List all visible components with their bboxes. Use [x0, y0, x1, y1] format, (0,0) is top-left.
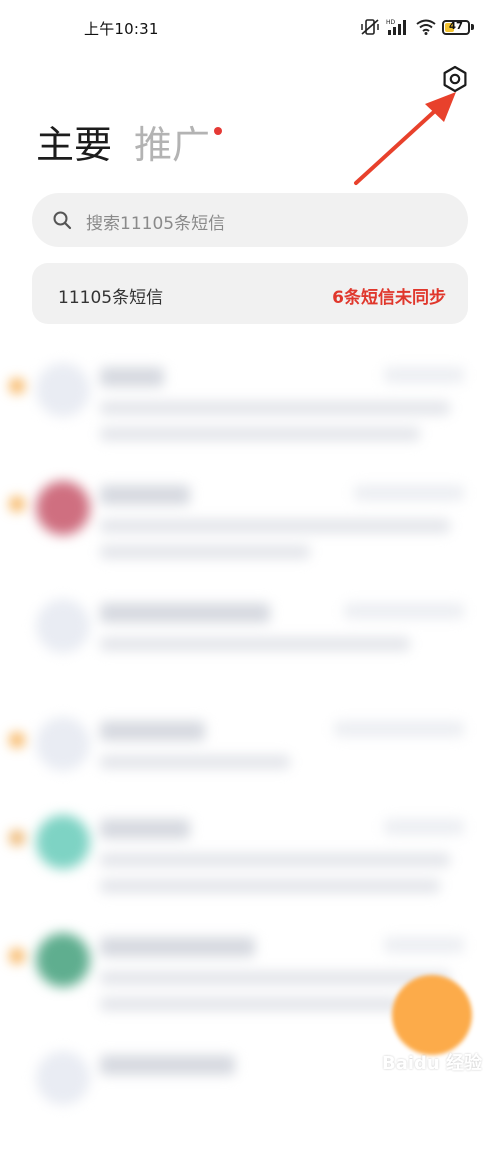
message-preview-blurred	[100, 637, 410, 651]
contact-name-blurred	[100, 721, 205, 741]
conversation-row[interactable]	[0, 699, 500, 797]
unread-dot	[10, 733, 24, 747]
unread-dot	[10, 379, 24, 393]
contact-name-blurred	[100, 603, 270, 623]
avatar	[36, 363, 90, 417]
search-icon	[53, 211, 72, 230]
settings-button[interactable]	[440, 64, 470, 94]
sync-status[interactable]: 6条短信未同步	[332, 283, 446, 308]
paw-logo-icon	[357, 1051, 375, 1070]
contact-name-blurred	[100, 485, 190, 505]
message-date-blurred	[384, 937, 464, 953]
baidu-watermark: Baidu 经验	[354, 1049, 482, 1075]
watermark-text: Baidu 经验	[381, 1053, 482, 1074]
compose-button[interactable]	[392, 975, 472, 1055]
unread-dot	[10, 831, 24, 845]
vibrate-silent-icon	[361, 19, 379, 35]
message-preview-blurred	[100, 971, 450, 985]
contact-name-blurred	[100, 819, 190, 839]
conversation-row[interactable]	[0, 581, 500, 699]
message-date-blurred	[384, 367, 464, 383]
conversation-row[interactable]	[0, 797, 500, 915]
contact-name-blurred	[100, 1055, 235, 1075]
avatar	[36, 481, 90, 535]
battery-icon: 47	[442, 19, 470, 35]
tab-primary[interactable]: 主要	[36, 120, 112, 170]
avatar	[36, 815, 90, 869]
avatar	[36, 1051, 90, 1105]
message-date-blurred	[384, 819, 464, 835]
message-date-blurred	[354, 485, 464, 501]
message-preview-blurred	[100, 997, 400, 1011]
svg-text:HD: HD	[386, 19, 396, 26]
contact-name-blurred	[100, 937, 255, 957]
search-placeholder: 搜索11105条短信	[86, 214, 226, 234]
gear-icon	[443, 65, 467, 93]
message-preview-blurred	[100, 519, 450, 533]
message-preview-blurred	[100, 879, 440, 893]
avatar	[36, 717, 90, 771]
battery-nub	[471, 24, 474, 30]
conversation-row[interactable]	[0, 345, 500, 463]
conversation-row[interactable]	[0, 463, 500, 581]
message-date-blurred	[334, 721, 464, 737]
contact-name-blurred	[100, 367, 164, 387]
message-preview-blurred	[100, 755, 290, 769]
tab-bar: 主要 推广	[36, 120, 223, 170]
unread-dot	[10, 949, 24, 963]
wifi-icon	[416, 19, 436, 35]
message-preview-blurred	[100, 427, 420, 441]
hd-signal-icon: HD	[386, 19, 406, 35]
message-count: 11105条短信	[58, 288, 164, 308]
message-preview-blurred	[100, 853, 450, 867]
tab-promotions[interactable]: 推广	[134, 120, 223, 170]
status-time: 上午10:31	[84, 20, 159, 38]
message-count-bar[interactable]: 11105条短信 6条短信未同步	[32, 263, 468, 324]
message-date-blurred	[344, 603, 464, 619]
status-icons: HD 47	[360, 17, 474, 37]
tab-promotions-label: 推广	[134, 123, 211, 167]
status-bar: 上午10:31 HD 47	[0, 0, 500, 56]
avatar	[36, 933, 90, 987]
unread-dot	[10, 497, 24, 511]
message-preview-blurred	[100, 545, 310, 559]
battery-level-text: 47	[449, 20, 463, 32]
avatar	[36, 599, 90, 653]
unread-badge-dot	[214, 127, 223, 135]
message-preview-blurred	[100, 401, 450, 415]
search-input[interactable]: 搜索11105条短信	[32, 193, 468, 247]
